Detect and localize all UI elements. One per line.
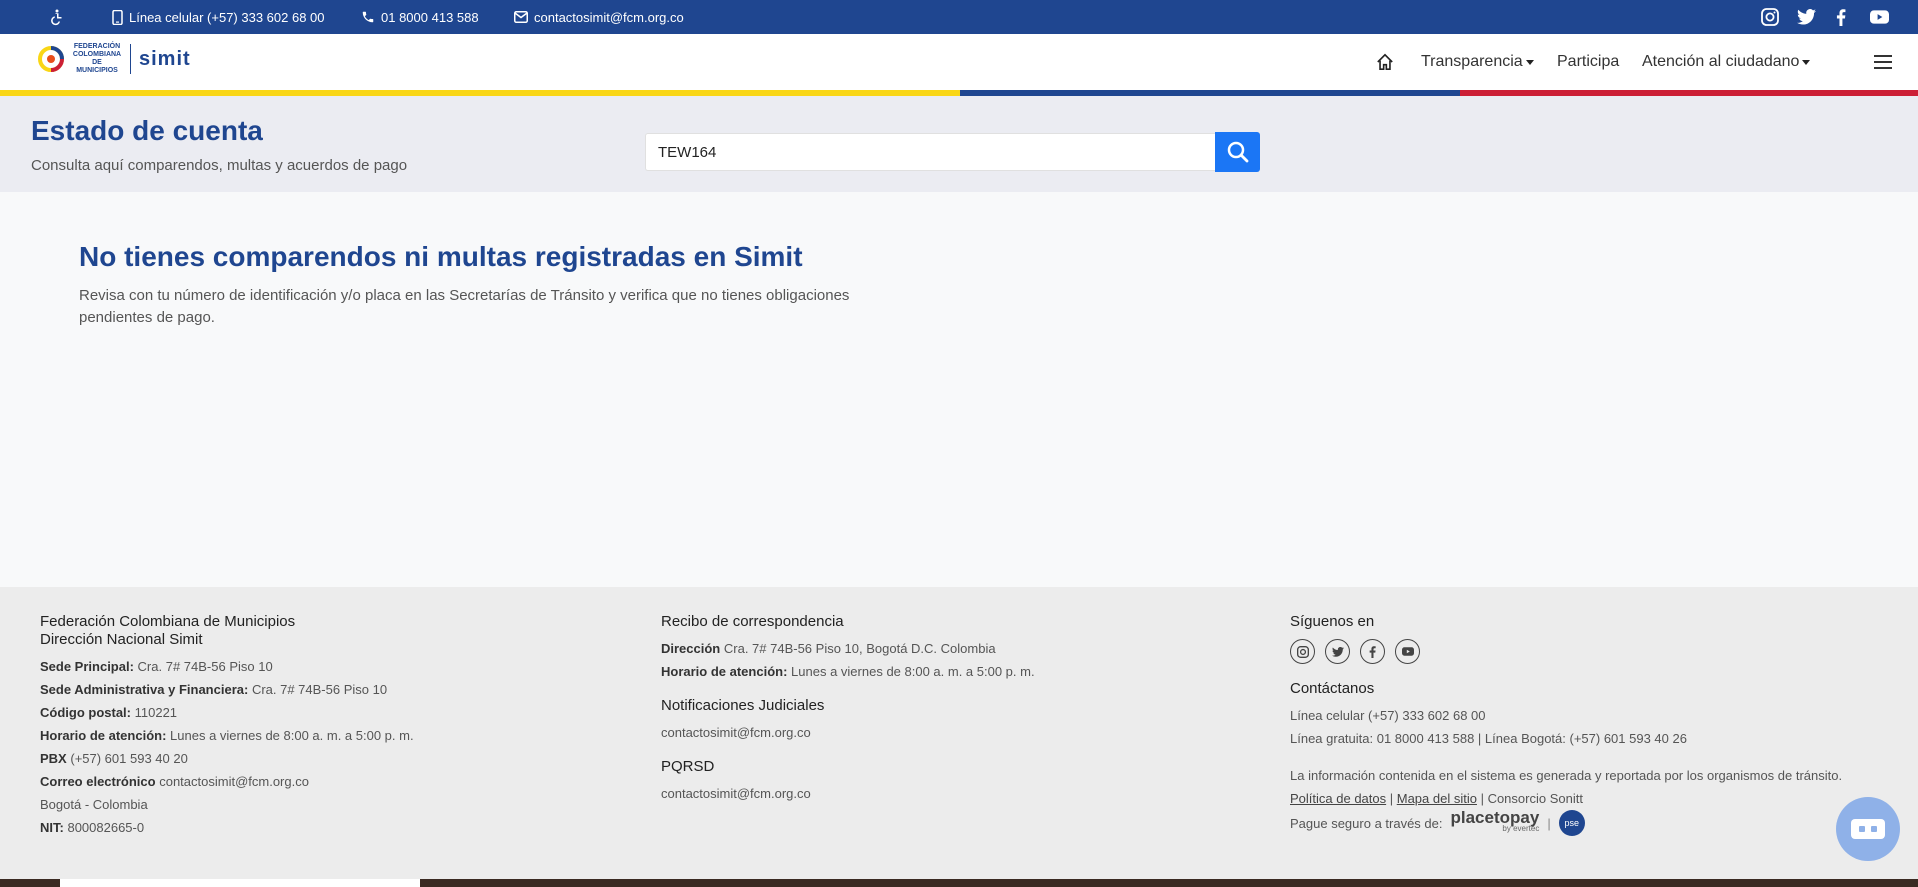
- home-icon: [1377, 53, 1393, 71]
- instagram-icon[interactable]: [1290, 639, 1315, 664]
- footer: Federación Colombiana de Municipios Dire…: [0, 587, 1918, 879]
- mobile-phone-link[interactable]: Línea celular (+57) 333 602 68 00: [112, 0, 325, 34]
- footer-direccion: Dirección Cra. 7# 74B-56 Piso 10, Bogotá…: [661, 641, 996, 656]
- fcm-simit-logo[interactable]: FEDERACIÓN COLOMBIANA DE MUNICIPIOS simi…: [38, 42, 191, 76]
- youtube-icon[interactable]: [1395, 639, 1420, 664]
- search-icon: [1227, 141, 1248, 163]
- accessibility-icon[interactable]: [48, 0, 66, 34]
- top-contact-bar: Línea celular (+57) 333 602 68 00 01 800…: [0, 0, 1918, 34]
- simit-logo-text: simit: [139, 47, 191, 70]
- page-title: Estado de cuenta: [31, 115, 263, 146]
- footer-pqrsd-email[interactable]: contactosimit@fcm.org.co: [661, 782, 1035, 805]
- page-subtitle: Consulta aquí comparendos, multas y acue…: [31, 157, 408, 174]
- footer-org-name: Federación Colombiana de Municipios: [40, 613, 296, 630]
- footer-payment: Pague seguro a través de: placetopay by …: [1290, 808, 1842, 836]
- nav-participa-label: Participa: [1557, 53, 1620, 70]
- hamburger-menu-icon[interactable]: [1874, 34, 1892, 90]
- free-phone-link[interactable]: 01 8000 413 588: [361, 0, 479, 34]
- logo-divider: [130, 44, 131, 74]
- email-link[interactable]: contactosimit@fcm.org.co: [514, 0, 684, 34]
- chevron-down-icon: [1802, 59, 1811, 65]
- free-phone-text: 01 8000 413 588: [381, 9, 479, 25]
- nav-atencion-label: Atención al ciudadano: [1642, 53, 1800, 70]
- main-header: [0, 34, 1918, 90]
- twitter-icon[interactable]: [1797, 0, 1816, 34]
- placetopay-logo: placetopay by evertec: [1450, 808, 1540, 833]
- facebook-icon[interactable]: [1836, 0, 1846, 34]
- footer-city: Bogotá - Colombia: [40, 797, 148, 812]
- nav-transparencia-label: Transparencia: [1421, 53, 1523, 70]
- nav-atencion-ciudadano[interactable]: Atención al ciudadano: [1642, 34, 1811, 90]
- mapa-sitio-link[interactable]: Mapa del sitio: [1397, 791, 1477, 806]
- nav-participa[interactable]: Participa: [1557, 34, 1619, 90]
- home-link[interactable]: [1376, 34, 1394, 90]
- chatbot-button[interactable]: [1836, 797, 1900, 861]
- mobile-icon: [112, 9, 123, 25]
- footer-follow-title: Síguenos en: [1290, 613, 1375, 630]
- footer-sede-principal: Sede Principal: Cra. 7# 74B-56 Piso 10: [40, 659, 273, 674]
- fcm-logo-icon: [38, 46, 64, 72]
- footer-contact-line2: Línea gratuita: 01 8000 413 588 | Línea …: [1290, 731, 1687, 746]
- fcm-logo-text: FEDERACIÓN COLOMBIANA DE MUNICIPIOS: [72, 43, 122, 74]
- footer-info-text: La información contenida en el sistema e…: [1290, 768, 1843, 783]
- footer-contact-title: Contáctanos: [1290, 680, 1375, 697]
- instagram-icon[interactable]: [1761, 0, 1779, 34]
- pague-text: Pague seguro a través de:: [1290, 815, 1443, 831]
- bottom-edge: [0, 879, 1918, 887]
- politica-datos-link[interactable]: Política de datos: [1290, 791, 1386, 806]
- footer-nit: NIT: 800082665-0: [40, 820, 145, 835]
- robot-icon: [1851, 819, 1885, 839]
- search-input[interactable]: [645, 133, 1216, 171]
- footer-col-fcm: Federación Colombiana de Municipios Dire…: [40, 613, 414, 839]
- mobile-phone-text: Línea celular (+57) 333 602 68 00: [129, 9, 325, 25]
- pse-logo: pse: [1558, 810, 1585, 836]
- envelope-icon: [514, 11, 528, 23]
- footer-pbx: PBX (+57) 601 593 40 20: [40, 751, 188, 766]
- footer-contact-line1: Línea celular (+57) 333 602 68 00: [1290, 708, 1486, 723]
- twitter-icon[interactable]: [1325, 639, 1350, 664]
- footer-org-dir: Dirección Nacional Simit: [40, 631, 203, 648]
- phone-icon: [362, 11, 374, 23]
- footer-col-correspondencia: Recibo de correspondencia Dirección Cra.…: [661, 613, 1035, 805]
- chevron-down-icon: [1525, 59, 1534, 65]
- no-results-title: No tienes comparendos ni multas registra…: [79, 241, 803, 272]
- footer-pqrsd-title: PQRSD: [661, 758, 715, 775]
- consorcio-text: Consorcio Sonitt: [1487, 791, 1583, 806]
- footer-sede-administrativa: Sede Administrativa y Financiera: Cra. 7…: [40, 682, 388, 697]
- search-button[interactable]: [1215, 132, 1260, 172]
- footer-horario: Horario de atención: Lunes a viernes de …: [40, 728, 414, 743]
- facebook-icon[interactable]: [1360, 639, 1385, 664]
- no-results-text: Revisa con tu número de identificación y…: [79, 287, 850, 326]
- email-text: contactosimit@fcm.org.co: [534, 9, 684, 25]
- footer-col-contacto: Síguenos en Contáctanos Línea celular (+…: [1290, 613, 1842, 836]
- footer-codigo-postal: Código postal: 110221: [40, 705, 178, 720]
- youtube-icon[interactable]: [1870, 0, 1889, 34]
- footer-notificaciones-title: Notificaciones Judiciales: [661, 697, 825, 714]
- nav-transparencia[interactable]: Transparencia: [1421, 34, 1534, 90]
- footer-horario-2: Horario de atención: Lunes a viernes de …: [661, 664, 1035, 679]
- footer-correo[interactable]: Correo electrónico contactosimit@fcm.org…: [40, 770, 414, 793]
- footer-links: Política de datos | Mapa del sitio | Con…: [1290, 791, 1583, 806]
- footer-notificaciones-email[interactable]: contactosimit@fcm.org.co: [661, 721, 1035, 744]
- footer-recibo-title: Recibo de correspondencia: [661, 613, 844, 630]
